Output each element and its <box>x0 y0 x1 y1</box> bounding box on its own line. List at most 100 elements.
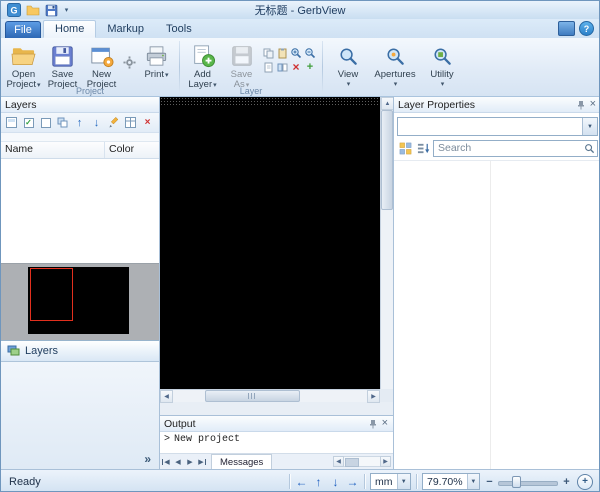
search-input[interactable] <box>434 142 581 154</box>
layer-small-buttons: × + <box>261 40 319 74</box>
properties-toolbar <box>397 139 598 157</box>
quick-open-icon[interactable] <box>24 3 41 18</box>
checked-checkbox-icon[interactable]: ✓ <box>21 115 36 130</box>
mirror-layer-icon[interactable] <box>275 60 289 74</box>
combo-dropdown-icon[interactable]: ▼ <box>397 474 411 489</box>
mini-scroll-track[interactable] <box>344 456 380 467</box>
pin-icon[interactable] <box>369 419 377 429</box>
thumbnail-viewport-rect[interactable] <box>30 268 73 321</box>
app-icon[interactable]: G <box>5 3 22 18</box>
unit-combobox[interactable]: mm ▼ <box>370 473 411 490</box>
column-color[interactable]: Color <box>105 142 159 158</box>
overview-thumbnail[interactable] <box>1 263 159 340</box>
horizontal-scrollbar[interactable]: ◀ ▶ <box>160 389 380 402</box>
console-prompt: > <box>164 434 170 445</box>
open-project-button[interactable]: Open Project▾ <box>4 40 43 92</box>
status-text: Ready <box>1 476 41 488</box>
tab-markup[interactable]: Markup <box>96 20 155 38</box>
zoom-slider-thumb[interactable] <box>512 476 521 488</box>
new-project-button[interactable]: New Project <box>82 40 121 91</box>
first-tab-icon[interactable]: ◀ <box>160 455 172 468</box>
mini-scroll-thumb[interactable] <box>345 458 359 467</box>
apertures-button[interactable]: Apertures ▾ <box>370 40 420 89</box>
mini-scroll-right-button[interactable]: ▶ <box>380 456 391 467</box>
last-tab-icon[interactable]: ▶ <box>196 455 208 468</box>
expand-chevrons-icon[interactable]: » <box>144 452 151 466</box>
qat-dropdown-icon[interactable]: ▾ <box>62 6 71 14</box>
vertical-scrollbar[interactable]: ▲ ▼ <box>380 97 393 402</box>
tab-home[interactable]: Home <box>43 20 96 38</box>
pin-icon[interactable] <box>577 100 585 110</box>
screen-icon[interactable] <box>558 21 575 36</box>
layer-stack-icon[interactable] <box>55 115 70 130</box>
help-icon[interactable]: ? <box>579 21 594 36</box>
output-mini-scrollbar[interactable]: ◀ ▶ <box>333 456 391 467</box>
scroll-grip <box>248 393 257 399</box>
scroll-right-button[interactable]: ▶ <box>367 390 380 403</box>
mini-scroll-left-button[interactable]: ◀ <box>333 456 344 467</box>
pan-up-button[interactable]: ↑ <box>310 473 327 491</box>
layers-filter-row <box>1 133 159 141</box>
pan-left-button[interactable]: ← <box>293 473 310 491</box>
layers-nav-button[interactable]: Layers <box>1 340 159 362</box>
pan-down-button[interactable]: ↓ <box>327 473 344 491</box>
layers-list[interactable] <box>1 159 159 263</box>
zoom-out-button[interactable]: − <box>482 474 497 490</box>
zoom-fit-button[interactable]: + <box>577 474 593 490</box>
save-project-button[interactable]: Save Project <box>43 40 82 91</box>
pan-right-button[interactable]: → <box>344 473 361 491</box>
view-button[interactable]: View ▾ <box>326 40 370 89</box>
dropdown-arrow-icon: ▾ <box>441 80 445 88</box>
print-button[interactable]: Print▾ <box>137 40 176 82</box>
zoom-in-button[interactable]: + <box>559 474 574 490</box>
delete-layer-icon[interactable]: × <box>289 60 303 74</box>
save-as-button[interactable]: Save As▾ <box>222 40 261 92</box>
title-bar: 无标题 - GerbView G ▾ <box>1 1 599 19</box>
ribbon-group-tools: View ▾ Apertures ▾ Utility ▾ <box>323 38 467 96</box>
combo-dropdown-icon[interactable]: ▼ <box>582 118 597 135</box>
zoom-slider-track[interactable] <box>498 481 558 486</box>
zoom-combobox[interactable]: 79.70% ▼ <box>422 473 480 490</box>
combo-dropdown-icon[interactable]: ▼ <box>467 474 479 489</box>
drawing-canvas[interactable] <box>160 97 380 402</box>
status-separator <box>364 474 365 489</box>
project-settings-icon[interactable] <box>123 56 136 69</box>
utility-button[interactable]: Utility ▾ <box>420 40 464 89</box>
search-icon[interactable] <box>581 143 597 154</box>
categorized-view-icon[interactable] <box>397 140 413 156</box>
close-icon[interactable]: × <box>589 99 597 110</box>
unchecked-checkbox-icon[interactable] <box>38 115 53 130</box>
close-icon[interactable]: × <box>381 418 389 429</box>
column-name[interactable]: Name <box>1 142 105 158</box>
property-grid[interactable] <box>394 160 600 469</box>
add-layer-button[interactable]: Add Layer▾ <box>183 40 222 92</box>
delete-layer-icon[interactable]: × <box>140 115 155 130</box>
tab-messages[interactable]: Messages <box>211 454 272 469</box>
zoom-slider[interactable] <box>498 473 558 491</box>
next-tab-icon[interactable]: ▶ <box>184 455 196 468</box>
copy-layer-icon[interactable] <box>261 46 275 60</box>
layer-select-combobox[interactable]: ▼ <box>397 117 598 136</box>
layer-sheet-icon[interactable] <box>261 60 275 74</box>
canvas-region: ▲ ▼ ◀ ▶ <box>160 97 393 415</box>
layer-tree-icon[interactable]: + <box>303 60 317 74</box>
app-window: 无标题 - GerbView G ▾ File Home Markup Tool… <box>0 0 600 492</box>
zoom-out-layer-icon[interactable] <box>303 46 317 60</box>
prev-tab-icon[interactable]: ◀ <box>172 455 184 468</box>
quick-save-icon[interactable] <box>43 3 60 18</box>
scroll-left-button[interactable]: ◀ <box>160 390 173 403</box>
zoom-in-layer-icon[interactable] <box>289 46 303 60</box>
vertical-scroll-thumb[interactable] <box>381 110 393 210</box>
select-all-layers-icon[interactable] <box>4 115 19 130</box>
move-layer-down-icon[interactable]: ↓ <box>89 115 104 130</box>
property-grid-divider[interactable] <box>490 161 491 469</box>
output-console[interactable]: > New project <box>160 432 393 453</box>
edit-layer-icon[interactable] <box>106 115 121 130</box>
tab-file[interactable]: File <box>5 21 41 38</box>
paste-layer-icon[interactable] <box>275 46 289 60</box>
sort-alphabetical-icon[interactable] <box>415 140 431 156</box>
horizontal-scroll-thumb[interactable] <box>205 390 300 402</box>
tab-tools[interactable]: Tools <box>155 20 203 38</box>
layer-table-icon[interactable] <box>123 115 138 130</box>
move-layer-up-icon[interactable]: ↑ <box>72 115 87 130</box>
